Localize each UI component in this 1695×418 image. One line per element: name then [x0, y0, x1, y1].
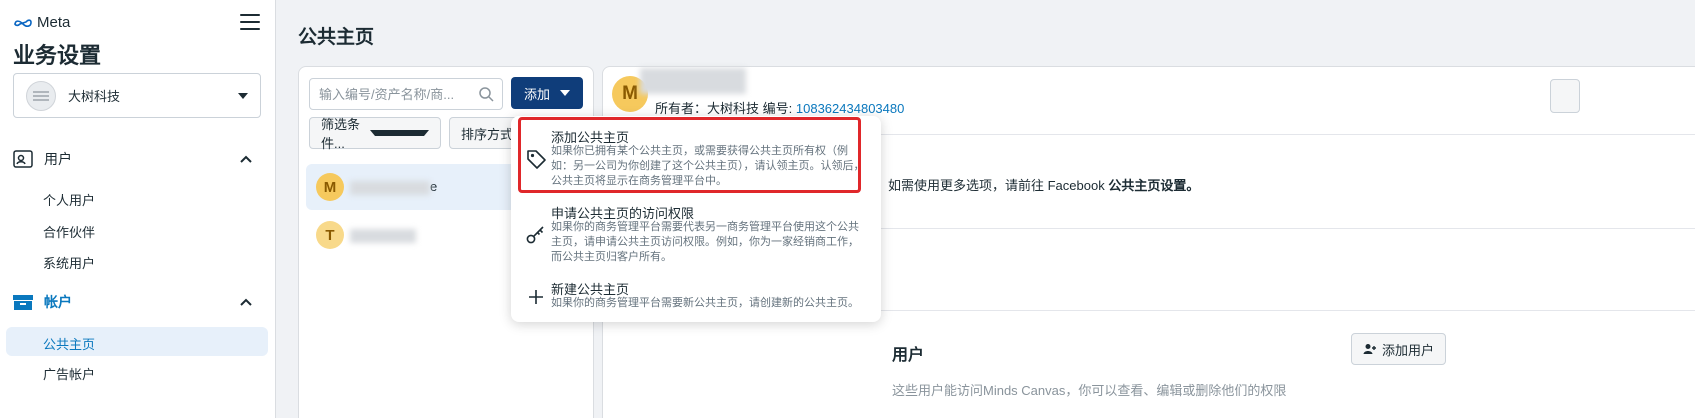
sidebar-item-system-users[interactable]: 系统用户 [43, 253, 95, 272]
sort-label: 排序方式 [461, 126, 514, 142]
caret-down-icon [370, 130, 429, 136]
settings-info-text: ，如需使用更多选项，请前往 Facebook 公共主页设置。 [875, 178, 1200, 193]
nav-section-label: 用户 [44, 151, 72, 167]
plus-icon [529, 290, 543, 304]
meta-logo-text: Meta [37, 14, 71, 31]
page-title: 公共主页 [298, 27, 375, 48]
add-user-button[interactable]: 添加用户 [1351, 333, 1446, 365]
account-avatar [26, 80, 56, 111]
owner-label: 所有者：大树科技 [655, 101, 760, 116]
redacted-page-name [640, 68, 746, 94]
caret-down-icon [560, 90, 570, 96]
avatar: T [316, 221, 344, 249]
sidebar-item-partners[interactable]: 合作伙伴 [43, 222, 95, 241]
add-button-label: 添加 [523, 86, 550, 102]
add-dropdown-menu: 添加公共主页 如果你已拥有某个公共主页，或需要获得公共主页所有权（例如：另一公司… [511, 116, 881, 322]
business-account-select[interactable]: 大树科技 [13, 73, 261, 118]
page-heading: 业务设置 [13, 43, 102, 68]
nav-section-label: 帐户 [44, 294, 72, 310]
search-input[interactable] [310, 79, 470, 109]
filter-button[interactable]: 筛选条件... [309, 117, 441, 151]
key-icon [526, 226, 544, 244]
add-person-icon [1363, 344, 1376, 354]
sidebar: Meta 业务设置 大树科技 用户 个人用户 合作伙伴 系统用户 帐户 公共主页… [0, 0, 276, 418]
menu-item-description: 如果你的商务管理平台需要代表另一商务管理平台使用这个公共主页，请申请公共主页访问… [551, 221, 859, 263]
add-button[interactable]: 添加 [511, 77, 583, 109]
search-field[interactable] [309, 78, 503, 110]
redacted-name [350, 180, 430, 195]
sidebar-item-label: 公共主页 [43, 337, 96, 352]
nav-section-accounts[interactable]: 帐户 [12, 291, 252, 313]
owner-info: 所有者：大树科技 编号: 108362434803480 [655, 98, 904, 117]
page-name: e [350, 179, 437, 195]
page-settings-link[interactable]: 公共主页设置。 [1108, 178, 1199, 193]
page-name [350, 227, 416, 243]
id-label: 编号: [762, 101, 793, 116]
page-id-link[interactable]: 108362434803480 [796, 101, 904, 116]
sidebar-item-pages[interactable]: 公共主页 [6, 327, 268, 356]
meta-logo[interactable]: Meta [13, 14, 70, 31]
menu-icon[interactable] [240, 14, 260, 32]
add-user-label: 添加用户 [1381, 342, 1434, 358]
chevron-up-icon [240, 295, 252, 309]
avatar: M [316, 173, 344, 201]
menu-item-add-page[interactable]: 添加公共主页 如果你已拥有某个公共主页，或需要获得公共主页所有权（例如：另一公司… [511, 124, 881, 194]
caret-down-icon [238, 92, 248, 99]
menu-item-description: 如果你的商务管理平台需要新公共主页，请创建新的公共主页。 [551, 297, 859, 309]
meta-infinity-icon [14, 18, 32, 27]
sidebar-item-ad-accounts[interactable]: 广告帐户 [43, 364, 95, 383]
tag-icon [527, 150, 546, 169]
account-name: 大树科技 [68, 89, 121, 104]
users-description: 这些用户能访问Minds Canvas，你可以查看、编辑或删除他们的权限 [892, 383, 1287, 398]
nav-section-users[interactable]: 用户 [12, 148, 252, 170]
filter-label: 筛选条件... [321, 117, 361, 151]
redacted-name [350, 228, 416, 243]
user-card-icon [13, 150, 33, 168]
more-options-button[interactable] [1550, 79, 1580, 113]
menu-item-create-page[interactable]: 新建公共主页 如果你的商务管理平台需要新公共主页，请创建新的公共主页。 [511, 279, 881, 315]
users-heading: 用户 [892, 347, 925, 364]
menu-item-description: 如果你已拥有某个公共主页，或需要获得公共主页所有权（例如：另一公司为你创建了这个… [551, 145, 865, 187]
chevron-up-icon [240, 152, 252, 166]
search-icon[interactable] [478, 86, 494, 102]
briefcase-icon [13, 295, 33, 310]
menu-item-request-access[interactable]: 申请公共主页的访问权限 如果你的商务管理平台需要代表另一商务管理平台使用这个公共… [511, 203, 881, 265]
sidebar-item-people[interactable]: 个人用户 [43, 190, 95, 209]
